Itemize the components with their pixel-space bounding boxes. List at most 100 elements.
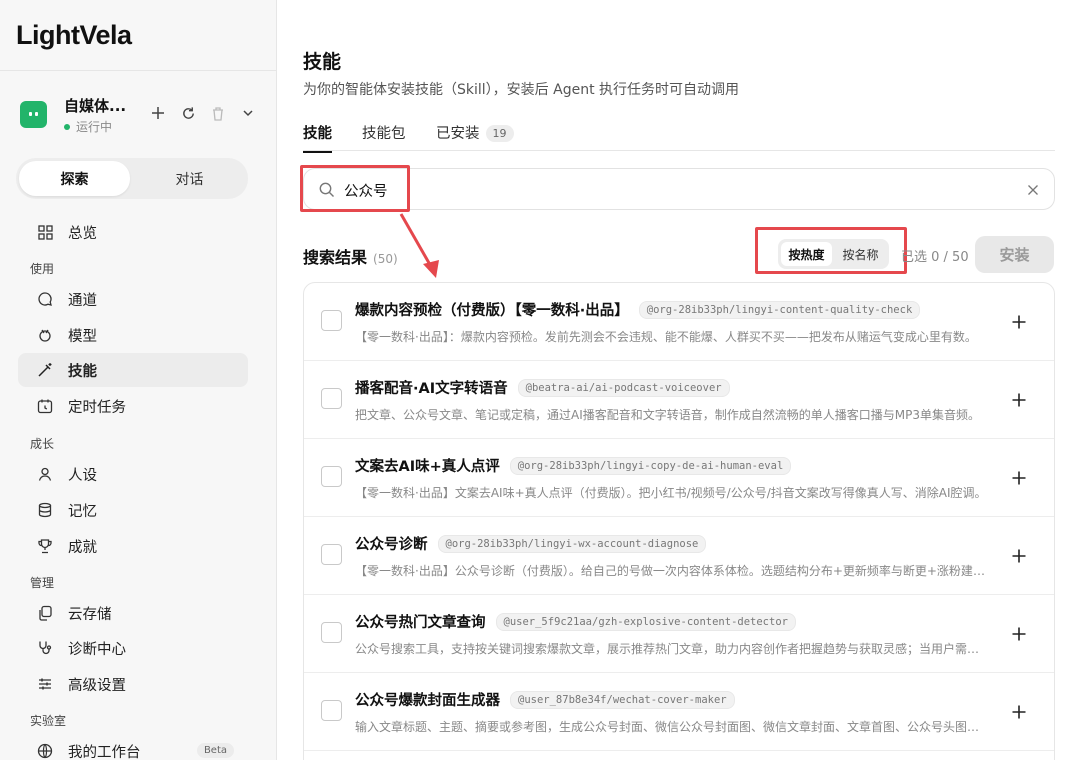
tab-installed[interactable]: 已安装 19 (436, 122, 514, 143)
mode-switch: 探索 对话 (16, 158, 248, 199)
installed-count-badge: 19 (485, 124, 514, 142)
page-title: 技能 (303, 51, 342, 73)
add-icon[interactable] (1008, 467, 1030, 489)
sidebar-item-label: 模型 (68, 328, 97, 345)
tab-skill-packs[interactable]: 技能包 (362, 122, 406, 143)
skill-title: 公众号爆款封面生成器 @user_87b8e34f/wechat-cover-ma… (355, 689, 735, 710)
sidebar-item-channel[interactable]: 通道 (18, 282, 248, 316)
trash-icon[interactable] (208, 103, 228, 123)
tab-chat[interactable]: 对话 (134, 161, 245, 196)
sidebar-item-label: 总览 (68, 225, 97, 242)
skill-title: 公众号热门文章查询 @user_5f9c21aa/gzh-explosive-co… (355, 611, 796, 632)
list-item[interactable]: 爆款内容预检（付费版）【零一数科·出品】 @org-28ib33ph/lingyi… (304, 283, 1054, 361)
sidebar-item-achievements[interactable]: 成就 (18, 529, 248, 563)
row-checkbox[interactable] (321, 700, 342, 721)
row-checkbox[interactable] (321, 544, 342, 565)
sort-by-popularity-button[interactable]: 按热度 (781, 242, 832, 266)
skill-slug: @org-28ib33ph/lingyi-wx-account-diagnose (437, 535, 707, 553)
skill-name: 爆款内容预检（付费版）【零一数科·出品】 (355, 303, 629, 319)
skill-title: 公众号诊断 @org-28ib33ph/lingyi-wx-account-dia… (355, 533, 707, 554)
group-label-lab: 实验室 (30, 714, 67, 728)
skill-description: 【零一数科·出品】文案去AI味+真人点评（付费版）。把小红书/视频号/公众号/抖… (355, 486, 987, 500)
agent-name: 自媒体... (64, 97, 127, 115)
skill-slug: @user_87b8e34f/wechat-cover-maker (510, 691, 735, 709)
skill-list: 爆款内容预检（付费版）【零一数科·出品】 @org-28ib33ph/lingyi… (303, 282, 1055, 760)
sidebar-item-model[interactable]: 模型 (18, 318, 248, 352)
sort-highlight-box: 按热度 按名称 (755, 227, 907, 274)
sidebar-item-label: 记忆 (68, 503, 97, 520)
skill-name: 公众号爆款封面生成器 (355, 693, 500, 709)
sidebar-item-label: 定时任务 (68, 399, 126, 416)
add-icon[interactable] (1008, 701, 1030, 723)
copy-icon (36, 604, 54, 622)
search-input[interactable] (344, 177, 1004, 203)
sidebar-item-label: 诊断中心 (68, 641, 126, 658)
sidebar-item-diagnostics[interactable]: 诊断中心 (18, 631, 248, 665)
tab-skills[interactable]: 技能 (303, 122, 332, 153)
install-button[interactable]: 安装 (975, 236, 1054, 273)
list-item[interactable]: 公众号热门文章查询 @user_5f9c21aa/gzh-explosive-co… (304, 595, 1054, 673)
group-label-growth: 成长 (30, 437, 55, 451)
tab-installed-label: 已安装 (436, 126, 480, 142)
sidebar: LightVela 自媒体... 运行中 探索 对话 总览 使用 通道 模型 技… (0, 0, 277, 760)
sort-by-name-button[interactable]: 按名称 (835, 242, 886, 266)
skill-description: 【零一数科·出品】公众号诊断（付费版）。给自己的号做一次内容体系体检。选题结构分… (355, 564, 987, 578)
skill-title: 文案去AI味+真人点评 @org-28ib33ph/lingyi-copy-de-… (355, 455, 792, 476)
sort-toggle: 按热度 按名称 (778, 239, 889, 269)
row-checkbox[interactable] (321, 310, 342, 331)
skill-title: 播客配音·AI文字转语音 @beatra-ai/ai-podcast-voiceo… (355, 377, 730, 398)
sidebar-item-cloud-storage[interactable]: 云存储 (18, 596, 248, 630)
chevron-down-icon[interactable] (238, 103, 258, 123)
sidebar-item-persona[interactable]: 人设 (18, 457, 248, 491)
row-checkbox[interactable] (321, 388, 342, 409)
sidebar-item-overview[interactable]: 总览 (18, 215, 248, 249)
skill-slug: @org-28ib33ph/lingyi-content-quality-che… (638, 301, 921, 319)
refresh-icon[interactable] (178, 103, 198, 123)
list-item[interactable]: 播客配音·AI文字转语音 @beatra-ai/ai-podcast-voiceo… (304, 361, 1054, 439)
calendar-clock-icon (36, 397, 54, 415)
add-icon[interactable] (1008, 311, 1030, 333)
add-icon[interactable] (1008, 389, 1030, 411)
tab-explore[interactable]: 探索 (19, 161, 130, 196)
page-subtitle: 为你的智能体安装技能（Skill），安装后 Agent 执行任务时可自动调用 (303, 82, 740, 98)
skill-description: 把文章、公众号文章、笔记或定稿，通过AI播客配音和文字转语音，制作成自然流畅的单… (355, 408, 980, 422)
user-icon (36, 465, 54, 483)
skill-name: 播客配音·AI文字转语音 (355, 381, 508, 397)
agent-avatar (20, 101, 47, 128)
results-header: 搜索结果 (50) (303, 244, 398, 268)
group-label-manage: 管理 (30, 576, 55, 590)
add-icon[interactable] (1008, 623, 1030, 645)
skill-name: 文案去AI味+真人点评 (355, 459, 500, 475)
app-logo: LightVela (16, 20, 132, 50)
sidebar-item-skills[interactable]: 技能 (18, 353, 248, 387)
add-icon[interactable] (1008, 545, 1030, 567)
close-icon[interactable] (1024, 181, 1042, 199)
sidebar-item-workbench[interactable]: 我的工作台 Beta (18, 734, 248, 760)
sidebar-item-advanced[interactable]: 高级设置 (18, 667, 248, 701)
row-checkbox[interactable] (321, 466, 342, 487)
sidebar-item-label: 人设 (68, 467, 97, 484)
sidebar-item-label: 技能 (68, 363, 97, 380)
workbench-icon (36, 742, 54, 760)
agent-switcher[interactable]: 自媒体... 运行中 (20, 95, 260, 135)
search-bar (303, 168, 1055, 210)
sidebar-item-scheduled[interactable]: 定时任务 (18, 389, 248, 423)
skill-name: 公众号诊断 (355, 537, 428, 553)
main-content: 技能 为你的智能体安装技能（Skill），安装后 Agent 执行任务时可自动调… (277, 0, 1080, 760)
sidebar-item-memory[interactable]: 记忆 (18, 493, 248, 527)
list-item[interactable]: 文案去AI味+真人点评 @org-28ib33ph/lingyi-copy-de-… (304, 439, 1054, 517)
status-dot-icon (64, 123, 70, 130)
list-item[interactable]: 公众号爆款封面生成器 @user_87b8e34f/wechat-cover-ma… (304, 673, 1054, 751)
row-checkbox[interactable] (321, 622, 342, 643)
list-item[interactable]: 公众号诊断 @org-28ib33ph/lingyi-wx-account-dia… (304, 517, 1054, 595)
sidebar-item-label: 通道 (68, 292, 97, 309)
skill-description: 输入文章标题、主题、摘要或参考图，生成公众号封面、微信公众号封面图、微信文章封面… (355, 720, 987, 734)
results-title: 搜索结果 (303, 248, 368, 267)
magic-wand-icon (36, 361, 54, 379)
skill-slug: @beatra-ai/ai-podcast-voiceover (517, 379, 730, 397)
agent-toolbar (148, 103, 258, 123)
skill-slug: @user_5f9c21aa/gzh-explosive-content-det… (495, 613, 796, 631)
agent-status-text: 运行中 (76, 120, 113, 134)
add-icon[interactable] (148, 103, 168, 123)
sidebar-item-label: 高级设置 (68, 677, 126, 694)
